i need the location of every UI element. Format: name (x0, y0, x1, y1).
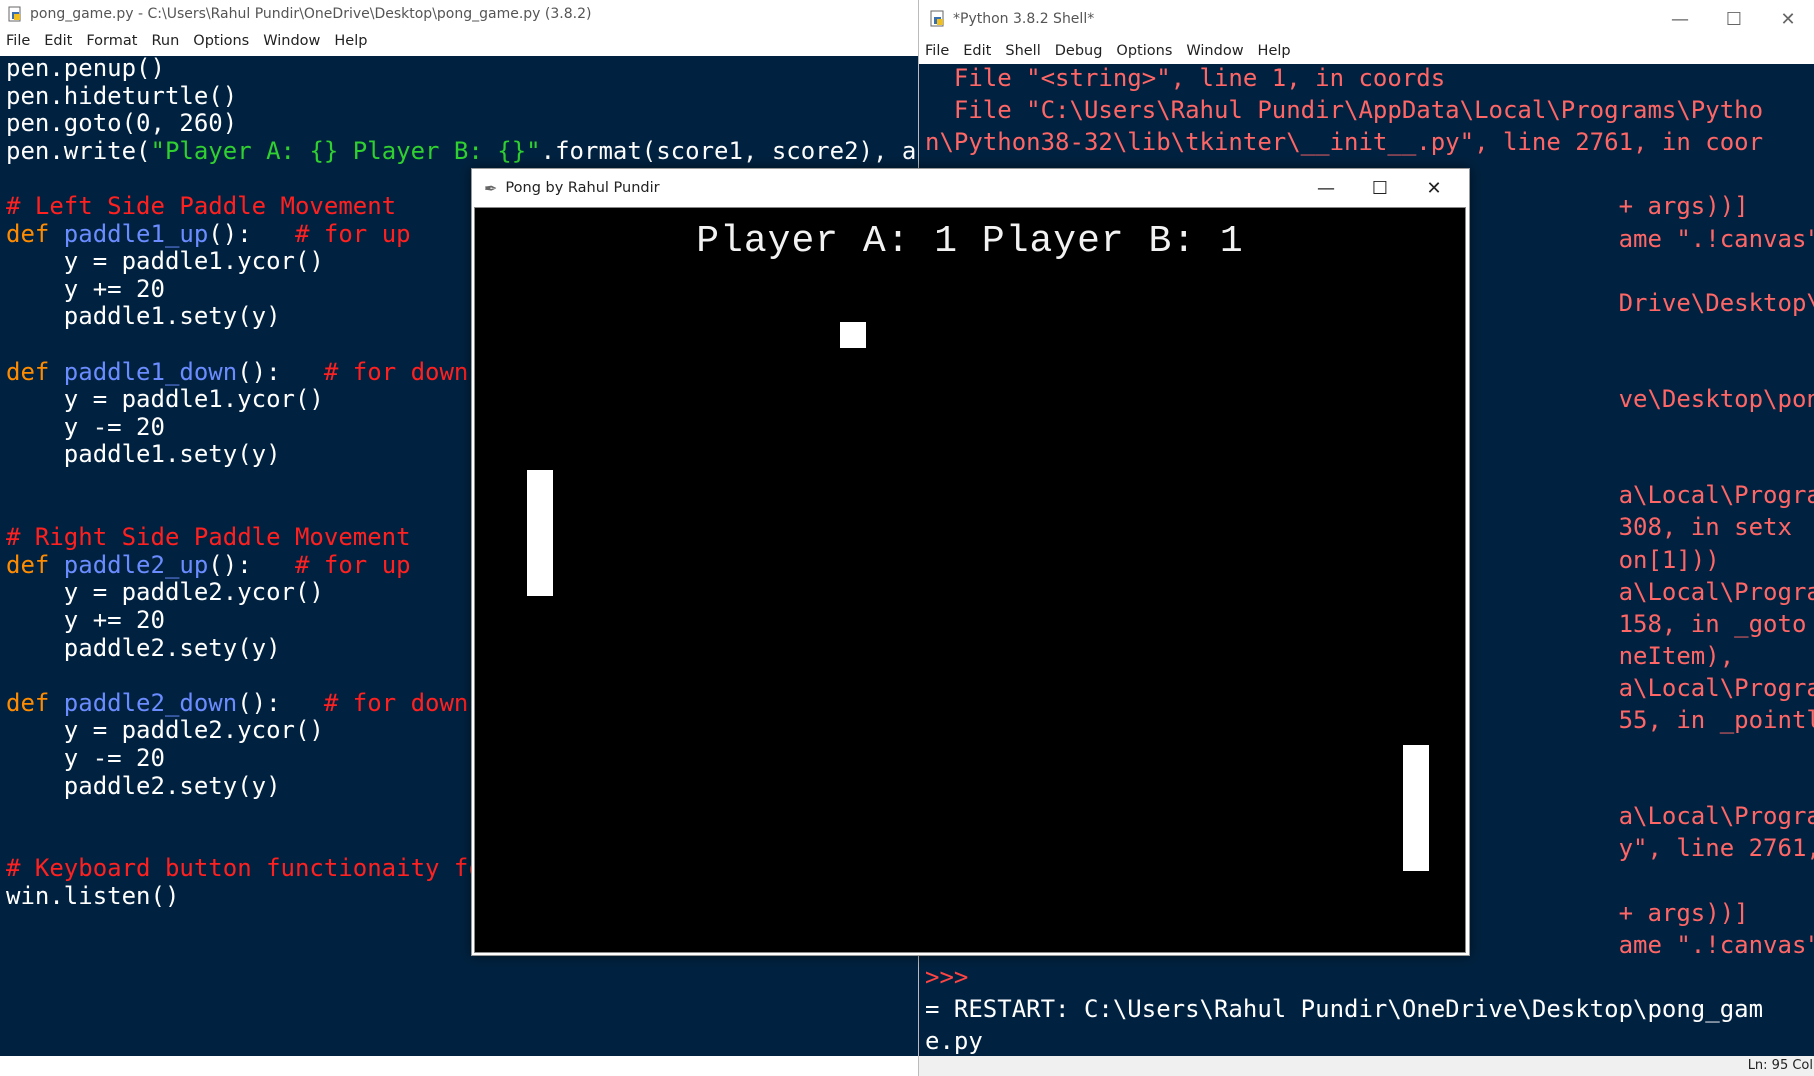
menu-edit[interactable]: Edit (44, 33, 72, 49)
code-line: paddle2.sety(y) (6, 770, 281, 802)
shell-token: File "C:\Users\Rahul Pundir\AppData\Loca… (925, 96, 1764, 125)
shell-window-controls: — ☐ ✕ (1653, 2, 1814, 36)
code-token: y = paddle1.ycor() (6, 385, 324, 414)
code-token: def (6, 357, 64, 386)
close-icon[interactable]: ✕ (1761, 2, 1814, 36)
shell-menu-shell[interactable]: Shell (1005, 43, 1040, 59)
code-line: paddle2.sety(y) (6, 632, 281, 664)
code-token: y = paddle1.ycor() (6, 247, 324, 276)
python-file-icon (6, 5, 24, 23)
editor-menubar: File Edit Format Run Options Window Help (0, 28, 918, 54)
shell-title: *Python 3.8.2 Shell* (953, 11, 1095, 27)
code-token: y -= 20 (6, 744, 165, 772)
code-token: pen.penup() (6, 56, 165, 82)
menu-help[interactable]: Help (334, 33, 367, 49)
shell-token: File "<string>", line 1, in coords (925, 64, 1446, 92)
code-token: win.listen() (6, 882, 180, 910)
pong-title: Pong by Rahul Pundir (505, 180, 660, 196)
shell-token: n\Python38-32\lib\tkinter\__init__.py", … (925, 128, 1764, 157)
cursor-position: Ln: 95 Col (1747, 1058, 1813, 1073)
code-token: # for down (323, 357, 469, 386)
code-token: def (6, 219, 64, 248)
menu-file[interactable]: File (6, 33, 30, 49)
code-token: (): (208, 219, 295, 248)
code-token: y -= 20 (6, 412, 165, 441)
left-paddle (527, 470, 553, 596)
shell-menu-edit[interactable]: Edit (963, 43, 991, 59)
menu-options[interactable]: Options (193, 33, 249, 49)
maximize-icon[interactable]: ☐ (1707, 2, 1761, 36)
code-token: "Player A: {} Player B: {}" (150, 136, 541, 165)
menu-format[interactable]: Format (86, 33, 137, 49)
code-token: # Left Side Paddle Movement (6, 192, 397, 220)
shell-token: >>> (925, 962, 983, 991)
code-token: paddle1.sety(y) (6, 302, 281, 331)
code-token: (): (237, 357, 324, 386)
pong-minimize-icon[interactable]: — (1299, 171, 1353, 205)
shell-menu-file[interactable]: File (925, 43, 949, 59)
shell-statusbar: Ln: 95 Col (919, 1056, 1814, 1076)
code-token: paddle1_up (63, 219, 209, 248)
code-token: y += 20 (6, 606, 165, 634)
code-token: paddle2_up (63, 550, 209, 579)
code-token: paddle2.sety(y) (6, 633, 281, 662)
code-token: y += 20 (6, 274, 165, 303)
code-token: pen.write( (6, 136, 151, 165)
shell-line: e.py (925, 1025, 983, 1056)
pong-window: ✒ Pong by Rahul Pundir — ☐ ✕ Player A: 1… (471, 168, 1470, 956)
code-line: pen.write("Player A: {} Player B: {}".fo… (6, 135, 916, 167)
code-token: paddle1_down (63, 357, 238, 386)
code-line: win.listen() (6, 880, 179, 912)
code-token: # for down (323, 688, 469, 717)
code-token: (): (237, 688, 324, 717)
game-canvas[interactable]: Player A: 1 Player B: 1 (474, 207, 1466, 953)
pong-close-icon[interactable]: ✕ (1407, 171, 1461, 205)
pong-window-controls: — ☐ ✕ (1299, 171, 1461, 205)
shell-menu-help[interactable]: Help (1258, 43, 1291, 59)
code-token: def (6, 688, 64, 717)
code-token: def (6, 550, 64, 579)
code-line: paddle1.sety(y) (6, 300, 281, 332)
shell-menu-debug[interactable]: Debug (1055, 43, 1103, 59)
code-token: paddle2_down (63, 688, 238, 717)
ball (840, 322, 866, 348)
editor-title: pong_game.py - C:\Users\Rahul Pundir\One… (30, 6, 592, 22)
right-paddle (1403, 745, 1429, 871)
python-shell-icon (929, 10, 947, 28)
shell-menu-window[interactable]: Window (1186, 43, 1243, 59)
shell-token: e.py (925, 1027, 983, 1055)
shell-line: n\Python38-32\lib\tkinter\__init__.py", … (925, 126, 1763, 158)
code-token: .format(score1, score2), a (540, 136, 917, 165)
shell-menu-options[interactable]: Options (1116, 43, 1172, 59)
menu-run[interactable]: Run (151, 33, 179, 49)
shell-token: = RESTART: C:\Users\Rahul Pundir\OneDriv… (925, 994, 1764, 1023)
shell-line: = RESTART: C:\Users\Rahul Pundir\OneDriv… (925, 993, 1763, 1025)
code-token: # for up (295, 550, 411, 579)
editor-titlebar[interactable]: pong_game.py - C:\Users\Rahul Pundir\One… (0, 0, 918, 28)
code-token: # Right Side Paddle Movement (6, 523, 411, 552)
code-token: # for up (295, 219, 411, 248)
code-token: (): (208, 550, 295, 579)
code-line: paddle1.sety(y) (6, 438, 281, 470)
menu-window[interactable]: Window (263, 33, 320, 49)
code-token: y = paddle2.ycor() (6, 716, 324, 745)
pong-maximize-icon[interactable]: ☐ (1353, 171, 1407, 205)
shell-line: File "<string>", line 1, in coords (925, 64, 1445, 94)
code-token: paddle1.sety(y) (6, 440, 281, 469)
code-token: pen.goto(0, 260) (6, 109, 238, 138)
scoreboard: Player A: 1 Player B: 1 (696, 220, 1244, 263)
shell-line: >>> (925, 961, 983, 993)
shell-line: File "C:\Users\Rahul Pundir\AppData\Loca… (925, 94, 1763, 126)
minimize-icon[interactable]: — (1653, 2, 1707, 36)
shell-menubar: File Edit Shell Debug Options Window Hel… (919, 38, 1814, 64)
code-token: pen.hideturtle() (6, 81, 238, 110)
code-token: y = paddle2.ycor() (6, 578, 324, 607)
feather-icon: ✒ (484, 178, 498, 198)
code-token: paddle2.sety(y) (6, 771, 281, 800)
